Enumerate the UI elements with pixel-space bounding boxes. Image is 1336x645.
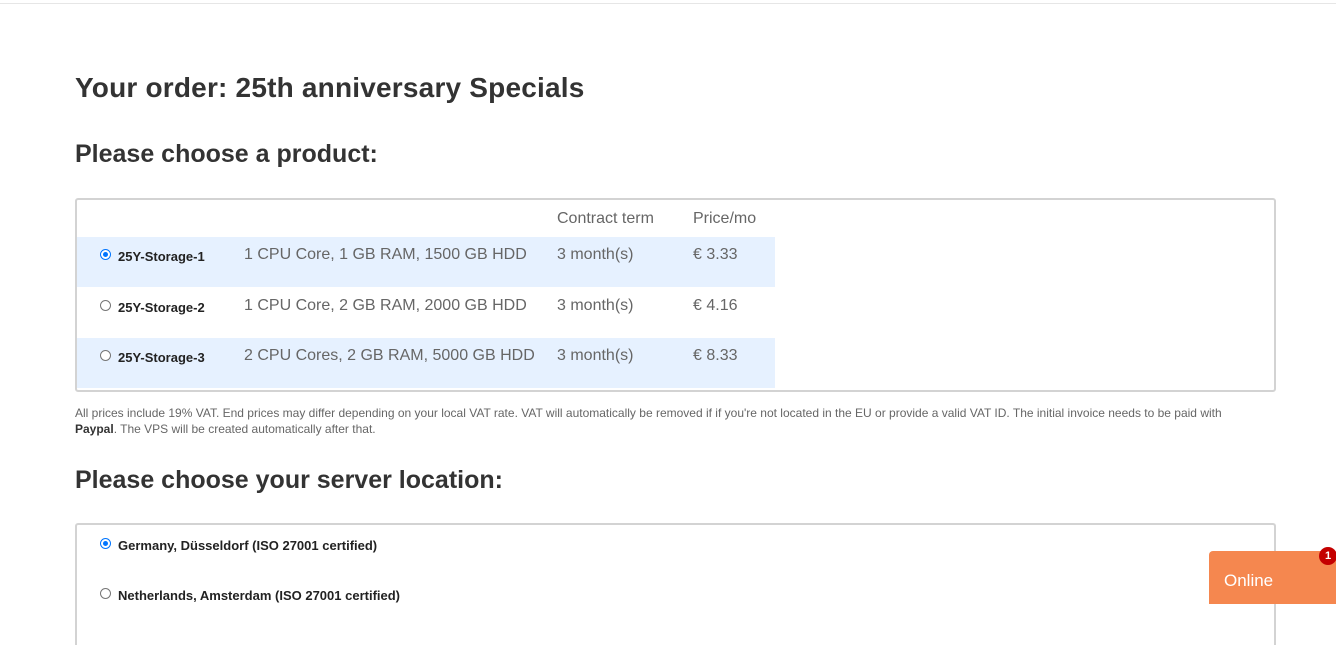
vat-note: All prices include 19% VAT. End prices m…	[75, 405, 1265, 437]
vat-note-text-end: . The VPS will be created automatically …	[113, 422, 376, 436]
product-spec: 2 CPU Cores, 2 GB RAM, 5000 GB HDD	[244, 347, 535, 364]
location-section-heading: Please choose your server location:	[75, 466, 503, 494]
notification-badge: 1	[1319, 547, 1336, 565]
product-name: 25Y-Storage-1	[118, 249, 205, 264]
product-row-25y-storage-2[interactable]: 25Y-Storage-2 1 CPU Core, 2 GB RAM, 2000…	[77, 288, 775, 338]
chat-online-button[interactable]: Online	[1209, 551, 1336, 604]
product-section-heading: Please choose a product:	[75, 140, 378, 168]
top-divider	[0, 3, 1336, 4]
product-term: 3 month(s)	[557, 246, 634, 263]
product-name: 25Y-Storage-2	[118, 300, 205, 315]
product-row-25y-storage-1[interactable]: 25Y-Storage-1 1 CPU Core, 1 GB RAM, 1500…	[77, 237, 775, 287]
product-spec: 1 CPU Core, 1 GB RAM, 1500 GB HDD	[244, 246, 527, 263]
location-radio-germany-dusseldorf[interactable]	[100, 538, 111, 549]
column-header-contract-term: Contract term	[557, 210, 654, 227]
location-name: Netherlands, Amsterdam (ISO 27001 certif…	[118, 588, 401, 603]
product-row-25y-storage-3[interactable]: 25Y-Storage-3 2 CPU Cores, 2 GB RAM, 500…	[77, 338, 775, 388]
product-table: Contract term Price/mo 25Y-Storage-1 1 C…	[75, 198, 1276, 392]
location-option-netherlands-amsterdam[interactable]: Netherlands, Amsterdam (ISO 27001 certif…	[77, 585, 677, 615]
column-header-price: Price/mo	[693, 210, 757, 227]
vat-note-payment-method: Paypal	[75, 422, 114, 436]
chat-online-label: Online	[1224, 571, 1274, 590]
location-option-germany-dusseldorf[interactable]: Germany, Düsseldorf (ISO 27001 certified…	[77, 535, 677, 565]
location-radio-netherlands-amsterdam[interactable]	[100, 588, 111, 599]
product-price: € 4.16	[693, 297, 738, 314]
product-term: 3 month(s)	[557, 297, 634, 314]
product-spec: 1 CPU Core, 2 GB RAM, 2000 GB HDD	[244, 297, 527, 314]
product-radio-25y-storage-3[interactable]	[100, 350, 111, 361]
product-radio-25y-storage-2[interactable]	[100, 300, 111, 311]
product-price: € 8.33	[693, 347, 738, 364]
location-list: Germany, Düsseldorf (ISO 27001 certified…	[75, 523, 1276, 645]
product-radio-25y-storage-1[interactable]	[100, 249, 111, 260]
product-term: 3 month(s)	[557, 347, 634, 364]
product-price: € 3.33	[693, 246, 738, 263]
page-title: Your order: 25th anniversary Specials	[75, 72, 585, 103]
vat-note-text: All prices include 19% VAT. End prices m…	[75, 406, 1222, 420]
product-name: 25Y-Storage-3	[118, 350, 205, 365]
location-name: Germany, Düsseldorf (ISO 27001 certified…	[118, 538, 378, 553]
